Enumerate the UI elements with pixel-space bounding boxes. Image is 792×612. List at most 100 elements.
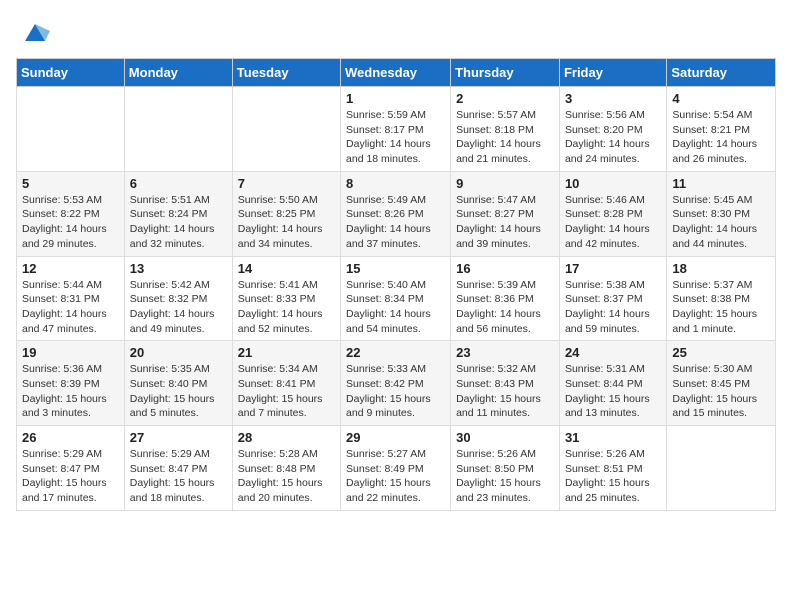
- day-number: 3: [565, 91, 661, 106]
- calendar-table: SundayMondayTuesdayWednesdayThursdayFrid…: [16, 58, 776, 511]
- calendar-cell: 6 Sunrise: 5:51 AM Sunset: 8:24 PM Daylig…: [124, 171, 232, 256]
- day-number: 7: [238, 176, 335, 191]
- calendar-cell: 4Sunrise: 5:54 AM Sunset: 8:21 PM Daylig…: [667, 87, 776, 172]
- day-info: Sunrise: 5:36 AM Sunset: 8:39 PM Dayligh…: [22, 362, 119, 421]
- calendar-cell: [667, 426, 776, 511]
- day-number: 29: [346, 430, 445, 445]
- calendar-cell: 23 Sunrise: 5:32 AM Sunset: 8:43 PM Dayli…: [451, 341, 560, 426]
- day-info: Sunrise: 5:50 AM Sunset: 8:25 PM Dayligh…: [238, 193, 335, 252]
- calendar-cell: 12 Sunrise: 5:44 AM Sunset: 8:31 PM Dayli…: [17, 256, 125, 341]
- day-number: 2: [456, 91, 554, 106]
- day-number: 24: [565, 345, 661, 360]
- day-info: Sunrise: 5:40 AM Sunset: 8:34 PM Dayligh…: [346, 278, 445, 337]
- calendar-cell: [124, 87, 232, 172]
- calendar-cell: 19 Sunrise: 5:36 AM Sunset: 8:39 PM Dayli…: [17, 341, 125, 426]
- day-number: 1: [346, 91, 445, 106]
- day-number: 13: [130, 261, 227, 276]
- day-number: 28: [238, 430, 335, 445]
- day-info: Sunrise: 5:59 AM Sunset: 8:17 PM Dayligh…: [346, 108, 445, 167]
- day-header-monday: Monday: [124, 59, 232, 87]
- day-info: Sunrise: 5:31 AM Sunset: 8:44 PM Dayligh…: [565, 362, 661, 421]
- day-info: Sunrise: 5:33 AM Sunset: 8:42 PM Dayligh…: [346, 362, 445, 421]
- day-info: Sunrise: 5:26 AM Sunset: 8:50 PM Dayligh…: [456, 447, 554, 506]
- calendar-cell: 16Sunrise: 5:39 AM Sunset: 8:36 PM Dayli…: [451, 256, 560, 341]
- calendar-cell: 20Sunrise: 5:35 AM Sunset: 8:40 PM Dayli…: [124, 341, 232, 426]
- day-number: 8: [346, 176, 445, 191]
- day-number: 31: [565, 430, 661, 445]
- day-number: 19: [22, 345, 119, 360]
- day-number: 10: [565, 176, 661, 191]
- logo: [16, 16, 50, 46]
- day-number: 16: [456, 261, 554, 276]
- day-info: Sunrise: 5:28 AM Sunset: 8:48 PM Dayligh…: [238, 447, 335, 506]
- calendar-cell: 10 Sunrise: 5:46 AM Sunset: 8:28 PM Dayli…: [559, 171, 666, 256]
- day-number: 6: [130, 176, 227, 191]
- day-number: 21: [238, 345, 335, 360]
- day-header-saturday: Saturday: [667, 59, 776, 87]
- day-number: 11: [672, 176, 770, 191]
- day-number: 9: [456, 176, 554, 191]
- day-info: Sunrise: 5:42 AM Sunset: 8:32 PM Dayligh…: [130, 278, 227, 337]
- day-number: 27: [130, 430, 227, 445]
- calendar-cell: 11 Sunrise: 5:45 AM Sunset: 8:30 PM Dayli…: [667, 171, 776, 256]
- calendar-cell: 9 Sunrise: 5:47 AM Sunset: 8:27 PM Daylig…: [451, 171, 560, 256]
- day-number: 15: [346, 261, 445, 276]
- day-info: Sunrise: 5:29 AM Sunset: 8:47 PM Dayligh…: [22, 447, 119, 506]
- day-info: Sunrise: 5:51 AM Sunset: 8:24 PM Dayligh…: [130, 193, 227, 252]
- calendar-week-row: 26 Sunrise: 5:29 AM Sunset: 8:47 PM Dayli…: [17, 426, 776, 511]
- day-info: Sunrise: 5:38 AM Sunset: 8:37 PM Dayligh…: [565, 278, 661, 337]
- day-info: Sunrise: 5:54 AM Sunset: 8:21 PM Dayligh…: [672, 108, 770, 167]
- calendar-cell: 24 Sunrise: 5:31 AM Sunset: 8:44 PM Dayli…: [559, 341, 666, 426]
- calendar-cell: 31Sunrise: 5:26 AM Sunset: 8:51 PM Dayli…: [559, 426, 666, 511]
- day-header-wednesday: Wednesday: [341, 59, 451, 87]
- day-header-friday: Friday: [559, 59, 666, 87]
- day-info: Sunrise: 5:46 AM Sunset: 8:28 PM Dayligh…: [565, 193, 661, 252]
- day-info: Sunrise: 5:37 AM Sunset: 8:38 PM Dayligh…: [672, 278, 770, 337]
- calendar-cell: 29Sunrise: 5:27 AM Sunset: 8:49 PM Dayli…: [341, 426, 451, 511]
- day-number: 26: [22, 430, 119, 445]
- calendar-cell: [17, 87, 125, 172]
- calendar-cell: 21Sunrise: 5:34 AM Sunset: 8:41 PM Dayli…: [232, 341, 340, 426]
- day-header-thursday: Thursday: [451, 59, 560, 87]
- day-number: 30: [456, 430, 554, 445]
- calendar-cell: 7 Sunrise: 5:50 AM Sunset: 8:25 PM Daylig…: [232, 171, 340, 256]
- calendar-cell: 13 Sunrise: 5:42 AM Sunset: 8:32 PM Dayli…: [124, 256, 232, 341]
- day-info: Sunrise: 5:41 AM Sunset: 8:33 PM Dayligh…: [238, 278, 335, 337]
- calendar-week-row: 12 Sunrise: 5:44 AM Sunset: 8:31 PM Dayli…: [17, 256, 776, 341]
- calendar-week-row: 19 Sunrise: 5:36 AM Sunset: 8:39 PM Dayli…: [17, 341, 776, 426]
- calendar-cell: 2 Sunrise: 5:57 AM Sunset: 8:18 PM Daylig…: [451, 87, 560, 172]
- day-number: 20: [130, 345, 227, 360]
- day-info: Sunrise: 5:30 AM Sunset: 8:45 PM Dayligh…: [672, 362, 770, 421]
- calendar-cell: 18 Sunrise: 5:37 AM Sunset: 8:38 PM Dayli…: [667, 256, 776, 341]
- calendar-cell: 14 Sunrise: 5:41 AM Sunset: 8:33 PM Dayli…: [232, 256, 340, 341]
- day-number: 22: [346, 345, 445, 360]
- day-number: 17: [565, 261, 661, 276]
- page-header: [16, 16, 776, 46]
- calendar-cell: 5Sunrise: 5:53 AM Sunset: 8:22 PM Daylig…: [17, 171, 125, 256]
- day-info: Sunrise: 5:29 AM Sunset: 8:47 PM Dayligh…: [130, 447, 227, 506]
- calendar-cell: 17 Sunrise: 5:38 AM Sunset: 8:37 PM Dayli…: [559, 256, 666, 341]
- day-number: 25: [672, 345, 770, 360]
- day-info: Sunrise: 5:57 AM Sunset: 8:18 PM Dayligh…: [456, 108, 554, 167]
- calendar-cell: 8 Sunrise: 5:49 AM Sunset: 8:26 PM Daylig…: [341, 171, 451, 256]
- calendar-week-row: 1 Sunrise: 5:59 AM Sunset: 8:17 PM Daylig…: [17, 87, 776, 172]
- calendar-cell: 28 Sunrise: 5:28 AM Sunset: 8:48 PM Dayli…: [232, 426, 340, 511]
- day-header-sunday: Sunday: [17, 59, 125, 87]
- calendar-cell: 27 Sunrise: 5:29 AM Sunset: 8:47 PM Dayli…: [124, 426, 232, 511]
- calendar-cell: [232, 87, 340, 172]
- calendar-cell: 22 Sunrise: 5:33 AM Sunset: 8:42 PM Dayli…: [341, 341, 451, 426]
- day-number: 18: [672, 261, 770, 276]
- calendar-cell: 15 Sunrise: 5:40 AM Sunset: 8:34 PM Dayli…: [341, 256, 451, 341]
- day-info: Sunrise: 5:47 AM Sunset: 8:27 PM Dayligh…: [456, 193, 554, 252]
- day-info: Sunrise: 5:45 AM Sunset: 8:30 PM Dayligh…: [672, 193, 770, 252]
- day-number: 14: [238, 261, 335, 276]
- day-info: Sunrise: 5:44 AM Sunset: 8:31 PM Dayligh…: [22, 278, 119, 337]
- day-number: 12: [22, 261, 119, 276]
- day-info: Sunrise: 5:32 AM Sunset: 8:43 PM Dayligh…: [456, 362, 554, 421]
- day-number: 23: [456, 345, 554, 360]
- calendar-cell: 3Sunrise: 5:56 AM Sunset: 8:20 PM Daylig…: [559, 87, 666, 172]
- day-header-tuesday: Tuesday: [232, 59, 340, 87]
- calendar-cell: 1 Sunrise: 5:59 AM Sunset: 8:17 PM Daylig…: [341, 87, 451, 172]
- day-info: Sunrise: 5:49 AM Sunset: 8:26 PM Dayligh…: [346, 193, 445, 252]
- day-number: 5: [22, 176, 119, 191]
